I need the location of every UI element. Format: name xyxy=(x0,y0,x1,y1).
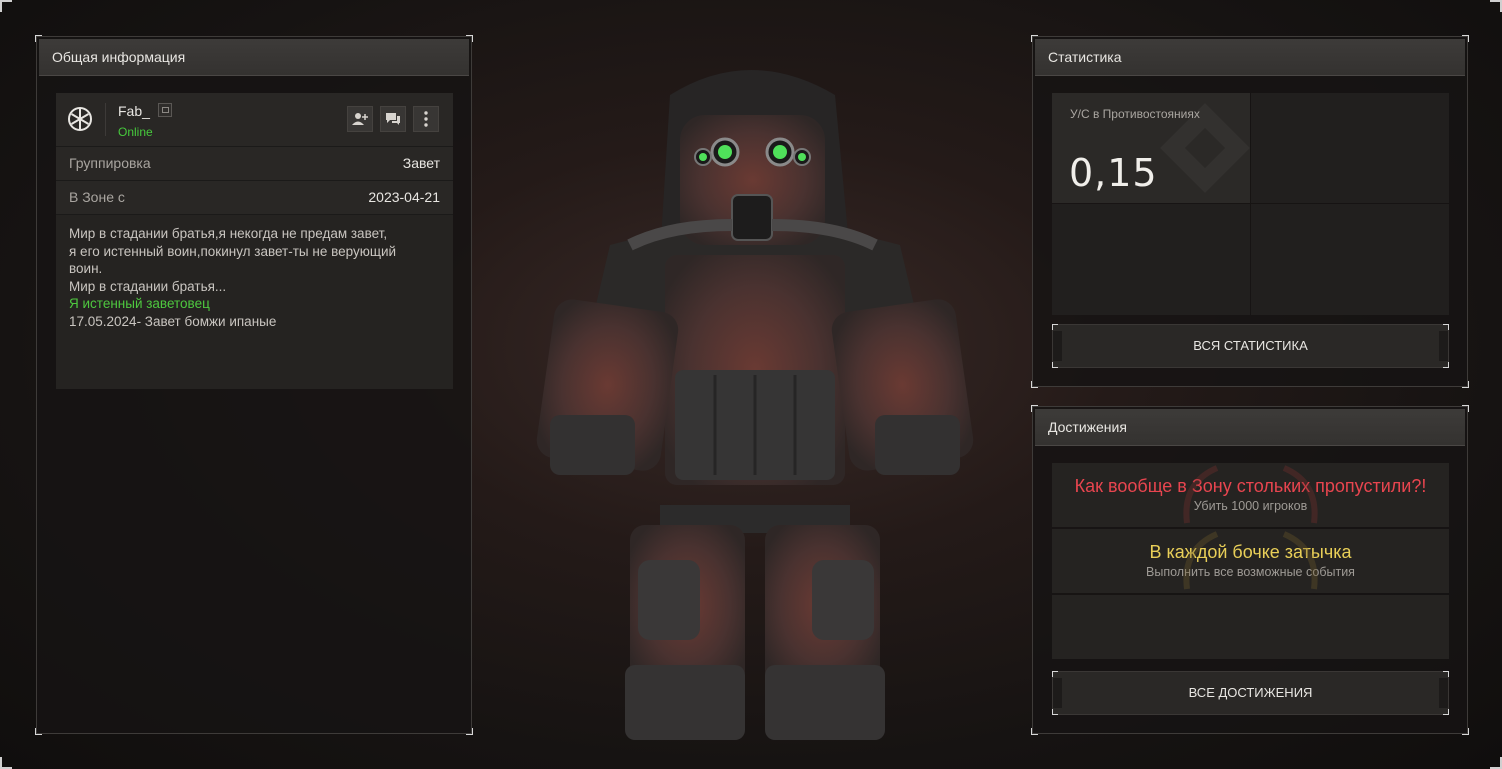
button-edge xyxy=(1053,331,1062,361)
kd-value: 0,15 xyxy=(1069,151,1158,195)
more-button[interactable] xyxy=(413,106,439,132)
snowflake-icon xyxy=(68,107,92,131)
panel-corner xyxy=(35,728,42,735)
stat-empty xyxy=(1251,93,1449,203)
faction-value: Завет xyxy=(402,155,440,171)
faction-row: Группировка Завет xyxy=(56,147,453,181)
panel-corner xyxy=(1462,405,1469,412)
achievements-panel: Достижения Как вообще в Зону стольких пр… xyxy=(1031,405,1469,735)
message-icon xyxy=(386,113,400,125)
copy-icon[interactable] xyxy=(158,103,172,117)
zone-since-row: В Зоне с 2023-04-21 xyxy=(56,181,453,215)
achievements-header: Достижения xyxy=(1035,409,1465,446)
user-row: Fab_ Online xyxy=(56,93,453,147)
laurel-icon xyxy=(1282,531,1318,590)
message-button[interactable] xyxy=(380,106,406,132)
add-friend-button[interactable] xyxy=(347,106,373,132)
achievement-empty xyxy=(1052,595,1449,659)
panel-corner xyxy=(1031,381,1038,388)
frame-corner xyxy=(0,0,12,12)
statistics-panel: Статистика У/С в Противостояниях 0,15 ВС… xyxy=(1031,35,1469,388)
panel-corner xyxy=(1462,35,1469,42)
statistics-header: Статистика xyxy=(1035,39,1465,76)
laurel-icon xyxy=(1282,465,1318,524)
button-edge xyxy=(1439,678,1448,708)
username: Fab_ xyxy=(118,103,150,119)
laurel-icon xyxy=(1183,465,1219,524)
bio-line: воин. xyxy=(69,261,103,276)
button-corner xyxy=(1443,671,1449,677)
achievement-title: Как вообще в Зону стольких пропустили?! xyxy=(1074,476,1427,496)
all-achievements-button[interactable]: ВСЕ ДОСТИЖЕНИЯ xyxy=(1052,671,1449,715)
stat-kd: У/С в Противостояниях 0,15 xyxy=(1052,93,1250,203)
divider xyxy=(105,103,106,136)
general-info-panel: Общая информация Fab_ Online Группировка… xyxy=(35,35,473,735)
achievement-title: В каждой бочке затычка xyxy=(1149,542,1352,562)
panel-corner xyxy=(1462,728,1469,735)
faction-label: Группировка xyxy=(69,155,151,171)
bio-line: Я истенный заветовец xyxy=(69,296,210,311)
add-friend-icon xyxy=(352,113,368,125)
achievement-desc: Убить 1000 игроков xyxy=(1193,499,1308,513)
button-corner xyxy=(1443,709,1449,715)
kd-label: У/С в Противостояниях xyxy=(1070,107,1200,121)
panel-corner xyxy=(1462,381,1469,388)
bio-line: 17.05.2024- Завет бомжи ипаные xyxy=(69,313,277,329)
button-edge xyxy=(1053,678,1062,708)
button-corner xyxy=(1052,709,1058,715)
panel-corner xyxy=(466,35,473,42)
profile-card: Fab_ Online Группировка Завет В Зоне с 2… xyxy=(56,93,453,389)
zone-since-label: В Зоне с xyxy=(69,189,125,205)
stats-grid: У/С в Противостояниях 0,15 xyxy=(1052,93,1449,315)
bio-line: я его истенный воин,покинул завет-ты не … xyxy=(69,243,397,259)
achievement-desc: Выполнить все возможные события xyxy=(1146,565,1355,579)
frame-corner xyxy=(1490,757,1502,769)
stat-empty xyxy=(1052,204,1250,315)
all-achievements-label: ВСЕ ДОСТИЖЕНИЯ xyxy=(1188,685,1313,700)
button-corner xyxy=(1443,324,1449,330)
panel-corner xyxy=(1031,728,1038,735)
character-model[interactable] xyxy=(520,55,990,755)
bio-line: Мир в стадании братья,я некогда не преда… xyxy=(69,226,388,241)
button-corner xyxy=(1052,671,1058,677)
zone-since-value: 2023-04-21 xyxy=(368,189,440,205)
stat-empty xyxy=(1251,204,1449,315)
panel-corner xyxy=(35,35,42,42)
button-corner xyxy=(1052,362,1058,368)
more-vertical-icon xyxy=(424,111,428,127)
achievement-item[interactable]: Как вообще в Зону стольких пропустили?! … xyxy=(1052,463,1449,527)
button-corner xyxy=(1443,362,1449,368)
online-status: Online xyxy=(118,125,153,139)
frame-corner xyxy=(0,757,12,769)
general-info-header: Общая информация xyxy=(39,39,469,76)
button-corner xyxy=(1052,324,1058,330)
panel-corner xyxy=(1031,35,1038,42)
all-statistics-button[interactable]: ВСЯ СТАТИСТИКА xyxy=(1052,324,1449,368)
button-edge xyxy=(1439,331,1448,361)
laurel-icon xyxy=(1183,531,1219,590)
bio-text: Мир в стадании братья,я некогда не преда… xyxy=(56,215,453,340)
achievement-item[interactable]: В каждой бочке затычка Выполнить все воз… xyxy=(1052,529,1449,593)
panel-corner xyxy=(466,728,473,735)
frame-corner xyxy=(1490,0,1502,12)
all-statistics-label: ВСЯ СТАТИСТИКА xyxy=(1193,338,1308,353)
bio-line: Мир в стадании братья... xyxy=(69,278,227,294)
panel-corner xyxy=(1031,405,1038,412)
